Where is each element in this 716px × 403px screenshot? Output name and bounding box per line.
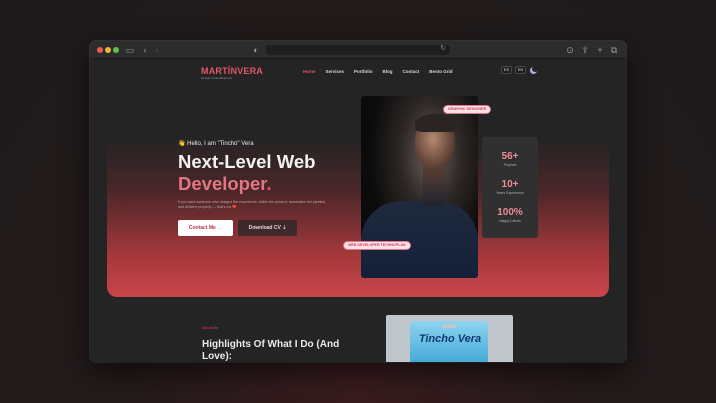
stat-value: 56+ (501, 151, 519, 162)
forward-icon[interactable]: › (153, 44, 161, 56)
stats-card: 56+ Projects 10+ Years Experience 100% H… (482, 137, 538, 238)
main-nav: Home Services Portfolio Blog Contact Ben… (303, 69, 463, 74)
profile-photo (361, 96, 478, 278)
privacy-shield-icon[interactable]: ◐ (252, 44, 260, 56)
minimize-window-button[interactable] (105, 47, 111, 53)
product-label: Tincho Vera (418, 333, 482, 345)
photo-body (361, 201, 478, 278)
logo-tagline: Design to Development (201, 76, 233, 80)
package-hang-hole (442, 324, 456, 328)
stat-projects: 56+ Projects (482, 151, 538, 167)
stat-value: 10+ (501, 179, 519, 190)
contact-me-button[interactable]: Contact Me → (178, 220, 233, 236)
nav-item-portfolio[interactable]: Portfolio (354, 69, 373, 74)
headline-line2: Developer (178, 173, 267, 194)
headline-dot: . (266, 173, 272, 194)
moon-icon[interactable] (530, 66, 538, 74)
lang-es-button[interactable]: ES (501, 66, 512, 74)
stat-label: Happy Clients (499, 219, 521, 223)
reload-icon[interactable]: ↻ (440, 44, 446, 52)
lang-en-button[interactable]: EN (515, 66, 526, 74)
stat-label: Projects (503, 163, 517, 167)
stat-experience: 10+ Years Experience (482, 179, 538, 195)
nav-item-contact[interactable]: Contact (403, 69, 420, 74)
back-icon[interactable]: ‹ (141, 44, 149, 56)
about-title: Highlights Of What I Do (And Love): (202, 339, 340, 362)
product-image: Tincho Vera (386, 315, 513, 362)
about-kicker: About Me (202, 326, 219, 330)
nav-item-blog[interactable]: Blog (383, 69, 393, 74)
website-page: MARTÍNVERA Design to Development Home Se… (90, 59, 626, 362)
stat-clients: 100% Happy Clients (482, 207, 538, 223)
zoom-window-button[interactable] (113, 47, 119, 53)
browser-toolbar: ▭ ‹ › ◐ ↻ ⊙ ⇪ + ⧉ (90, 41, 626, 59)
address-bar[interactable]: ↻ (266, 45, 450, 55)
hero-greeting: 👋 Hello, I am "Tincho" Vera (178, 141, 254, 147)
hero-headline: Next-Level Web Developer. (178, 151, 368, 195)
nav-item-services[interactable]: Services (326, 69, 345, 74)
new-tab-icon[interactable]: + (596, 44, 604, 56)
headline-line1: Next-Level Web (178, 151, 316, 172)
nav-item-bento-grid[interactable]: Bento Grid (429, 69, 452, 74)
hero-description: If you want someone who designs the expe… (178, 200, 327, 209)
download-cv-button[interactable]: Download CV ⇣ (238, 220, 297, 236)
logo-name: MARTÍNVERA (201, 66, 263, 76)
web-developer-badge: WEB DEVELOPER TECHNOPLAN (343, 241, 411, 250)
photo-hair (415, 114, 457, 132)
browser-window: ▭ ‹ › ◐ ↻ ⊙ ⇪ + ⧉ MARTÍNVERA Design to D… (90, 41, 626, 362)
stat-label: Years Experience (496, 191, 524, 195)
share-icon[interactable]: ⇪ (581, 44, 589, 56)
tab-overview-icon[interactable]: ⧉ (610, 44, 618, 56)
close-window-button[interactable] (97, 47, 103, 53)
sidebar-toggle-icon[interactable]: ▭ (125, 44, 135, 56)
download-icon[interactable]: ⊙ (566, 44, 574, 56)
site-logo[interactable]: MARTÍNVERA Design to Development (201, 66, 263, 80)
graphic-designer-badge: GRAPHIC DESIGNER (443, 105, 492, 114)
photo-neck (423, 166, 445, 206)
stat-value: 100% (497, 207, 523, 218)
nav-item-home[interactable]: Home (303, 69, 316, 74)
